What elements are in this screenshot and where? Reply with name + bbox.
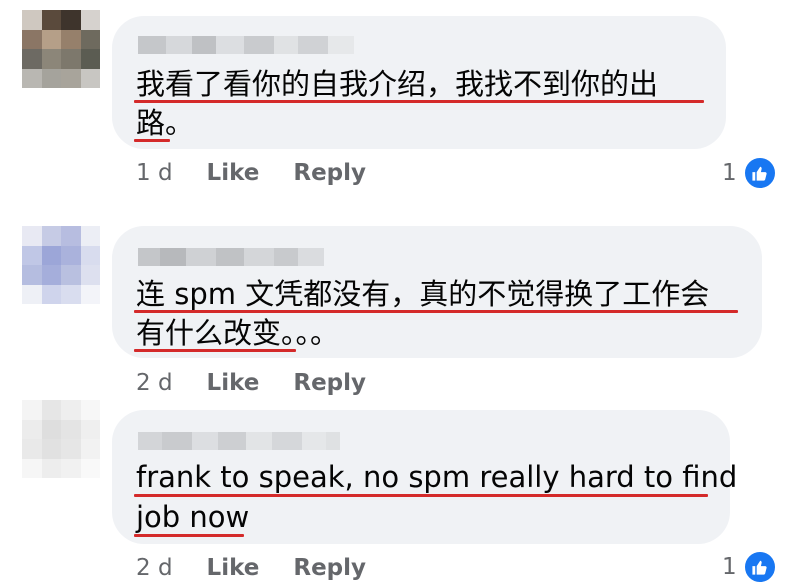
author-name[interactable]: [138, 432, 340, 450]
thumbs-up-icon: [742, 156, 777, 190]
comment-2: 连 spm 文凭都没有，真的不觉得换了工作会 有什么改变。。。 2 d Like…: [0, 200, 800, 400]
comment-text-line: 我看了看你的自我介绍，我找不到你的出: [136, 67, 659, 101]
comment-text-line: 连 spm 文凭都没有，真的不觉得换了工作会: [136, 277, 710, 311]
comment-actions: 2 d Like Reply: [136, 555, 400, 581]
reply-button[interactable]: Reply: [293, 160, 366, 186]
reply-button[interactable]: Reply: [293, 370, 366, 396]
avatar[interactable]: [22, 226, 100, 304]
timestamp[interactable]: 2 d: [136, 370, 173, 396]
comment-text-line: 路。: [136, 106, 195, 140]
like-button[interactable]: Like: [207, 555, 260, 581]
reaction-count: 1: [722, 160, 737, 186]
comment-actions: 2 d Like Reply: [136, 370, 400, 396]
highlight-underline: [134, 139, 170, 142]
author-name[interactable]: [138, 248, 324, 266]
comment-text-line: 有什么改变。。。: [136, 316, 340, 350]
like-button[interactable]: Like: [207, 160, 260, 186]
reaction-summary[interactable]: 1: [722, 550, 777, 584]
avatar[interactable]: [22, 400, 100, 478]
highlight-underline: [134, 100, 704, 103]
timestamp[interactable]: 2 d: [136, 555, 173, 581]
avatar[interactable]: [22, 10, 100, 88]
comment-actions: 1 d Like Reply: [136, 160, 400, 186]
comment-text-line: job now: [136, 500, 250, 534]
highlight-underline: [134, 349, 296, 352]
comment-3: frank to speak, no spm really hard to fi…: [0, 400, 800, 584]
reaction-count: 1: [722, 554, 737, 580]
thumbs-up-icon: [742, 550, 777, 584]
author-name[interactable]: [138, 36, 354, 54]
reaction-summary[interactable]: 1: [722, 156, 777, 190]
reply-button[interactable]: Reply: [293, 555, 366, 581]
comment-text-line: frank to speak, no spm really hard to fi…: [136, 460, 738, 494]
like-button[interactable]: Like: [207, 370, 260, 396]
highlight-underline: [134, 534, 244, 537]
timestamp[interactable]: 1 d: [136, 160, 173, 186]
comment-1: 我看了看你的自我介绍，我找不到你的出 路。 1 d Like Reply 1: [0, 0, 800, 200]
